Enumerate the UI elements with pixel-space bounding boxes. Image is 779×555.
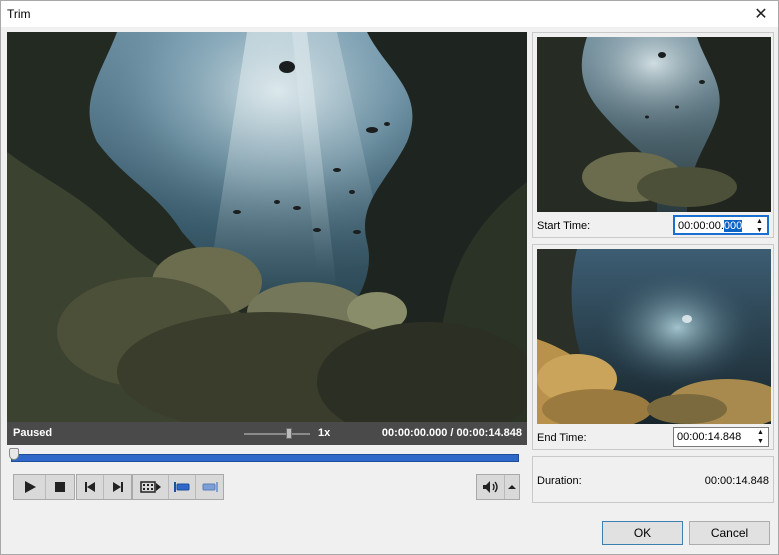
close-button[interactable]: ✕ <box>744 1 778 27</box>
next-frame-button[interactable] <box>104 475 131 499</box>
duration-value: 00:00:14.848 <box>704 475 769 487</box>
play-icon <box>24 481 36 493</box>
transport-controls <box>13 474 75 500</box>
title-bar: Trim ✕ <box>1 1 778 27</box>
playback-info-bar: Paused 1x 00:00:00.000 / 00:00:14.848 <box>7 422 527 445</box>
volume-button[interactable] <box>477 475 505 499</box>
start-time-value: 00:00:00. <box>678 220 724 232</box>
start-time-input[interactable]: 00:00:00.000 ▲ ▼ <box>673 215 769 235</box>
mark-out-icon <box>202 482 218 492</box>
spin-down-icon[interactable]: ▼ <box>757 438 764 445</box>
speed-slider-track[interactable] <box>244 433 310 435</box>
start-time-label: Start Time: <box>537 220 591 232</box>
clip-controls <box>132 474 224 500</box>
end-time-value: 00:00:14.848 <box>677 431 742 443</box>
volume-menu-button[interactable] <box>505 475 519 499</box>
end-time-panel: End Time: 00:00:14.848 ▲ ▼ <box>532 244 774 450</box>
current-time: 00:00:00.000 <box>381 427 448 439</box>
close-icon: ✕ <box>754 6 768 23</box>
play-button[interactable] <box>14 475 46 499</box>
next-frame-icon <box>112 482 123 492</box>
time-readout: 00:00:00.000 / 00:00:14.848 <box>382 427 522 439</box>
start-thumbnail <box>537 37 771 212</box>
mark-in-icon <box>174 482 190 492</box>
mark-in-button[interactable] <box>169 475 196 499</box>
trim-dialog: Trim ✕ Paused 1x 00:00:00.000 / 00:00:14… <box>0 0 779 555</box>
end-time-input[interactable]: 00:00:14.848 ▲ ▼ <box>673 427 769 447</box>
stop-icon <box>55 482 65 492</box>
start-time-selected: 000 <box>723 220 743 232</box>
speed-label: 1x <box>318 427 331 439</box>
start-time-spinner[interactable]: ▲ ▼ <box>754 218 765 234</box>
spin-up-icon[interactable]: ▲ <box>756 218 763 225</box>
stop-button[interactable] <box>46 475 74 499</box>
speed-slider-thumb[interactable] <box>286 428 292 439</box>
previous-frame-button[interactable] <box>77 475 104 499</box>
volume-controls <box>476 474 520 500</box>
end-thumbnail <box>537 249 771 424</box>
spin-up-icon[interactable]: ▲ <box>757 429 764 436</box>
spin-down-icon[interactable]: ▼ <box>756 227 763 234</box>
film-clip-icon <box>139 481 161 493</box>
speaker-icon <box>482 481 498 493</box>
previous-frame-icon <box>85 482 95 492</box>
duration-panel: Duration: 00:00:14.848 <box>532 456 774 503</box>
end-frame-image <box>537 249 771 424</box>
timeline-slider[interactable] <box>11 454 519 462</box>
video-frame-image <box>7 32 527 422</box>
cancel-button[interactable]: Cancel <box>689 521 770 545</box>
start-frame-image <box>537 37 771 212</box>
total-time: 00:00:14.848 <box>456 427 522 439</box>
ok-button[interactable]: OK <box>602 521 683 545</box>
time-separator: / <box>447 427 457 439</box>
video-preview[interactable] <box>7 32 527 422</box>
window-title: Trim <box>7 7 31 21</box>
start-time-panel: Start Time: 00:00:00.000 ▲ ▼ <box>532 32 774 238</box>
playback-status: Paused <box>13 427 53 439</box>
frame-step-controls <box>76 474 132 500</box>
duration-label: Duration: <box>537 475 582 487</box>
mark-out-button[interactable] <box>196 475 223 499</box>
timeline-thumb[interactable] <box>9 448 19 460</box>
clip-button[interactable] <box>133 475 169 499</box>
chevron-up-icon <box>508 485 516 489</box>
end-time-spinner[interactable]: ▲ ▼ <box>755 429 766 445</box>
end-time-label: End Time: <box>537 432 587 444</box>
